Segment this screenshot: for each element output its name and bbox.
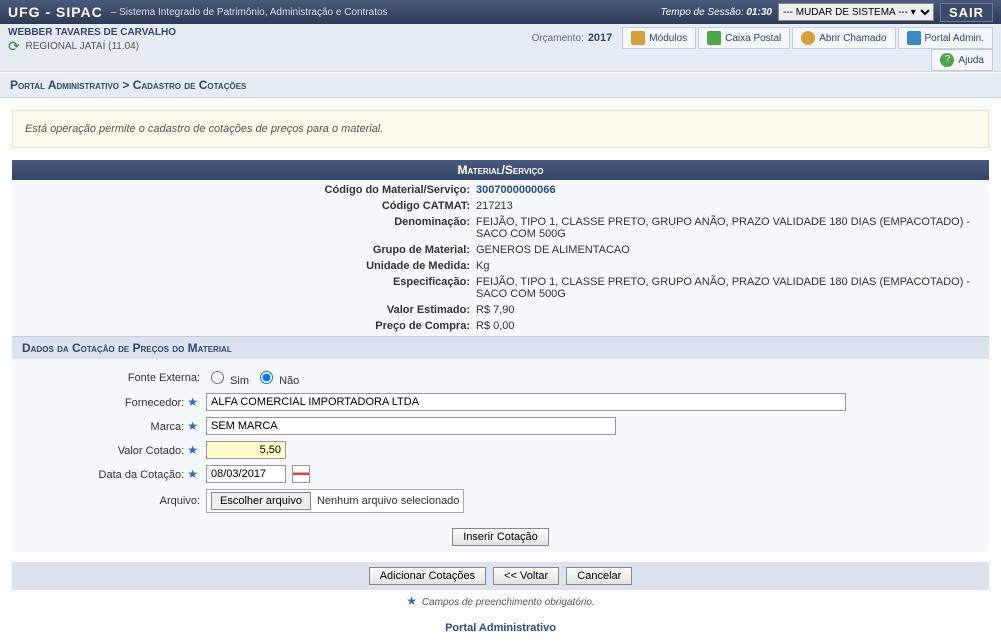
modules-icon — [631, 31, 645, 45]
budget-year: 2017 — [588, 32, 612, 44]
info-message: Está operação permite o cadastro de cota… — [12, 110, 989, 148]
required-footnote: ★ Campos de preenchimento obrigatório. — [0, 590, 1001, 612]
supplier-input[interactable] — [206, 393, 846, 411]
quote-date-input[interactable] — [206, 465, 286, 483]
material-group: GENEROS DE ALIMENTACAO — [476, 244, 983, 256]
quote-date-label: Data da Cotação: ★ — [18, 467, 206, 481]
cancel-button[interactable]: Cancelar — [566, 567, 632, 585]
quote-form: Fonte Externa: Sim Não Fornecedor: ★ Mar… — [12, 359, 989, 522]
logout-button[interactable]: SAIR — [940, 3, 993, 22]
insert-quote-button[interactable]: Inserir Cotação — [452, 528, 549, 546]
brand: UFG - SIPAC — [8, 4, 103, 20]
mail-icon — [707, 31, 721, 45]
external-source-label: Fonte Externa: — [18, 372, 206, 384]
choose-file-button[interactable]: Escolher arquivo — [211, 492, 311, 510]
material-code: 3007000000066 — [476, 184, 983, 196]
system-select[interactable]: --- MUDAR DE SISTEMA --- ▾ — [778, 3, 934, 21]
brand-label: Marca: ★ — [18, 419, 206, 433]
estimated-value: R$ 7,90 — [476, 304, 983, 316]
modules-button[interactable]: Módulos — [622, 27, 696, 49]
material-spec: FEIJÃO, TIPO 1, CLASSE PRETO, GRUPO ANÃO… — [476, 276, 983, 300]
open-ticket-button[interactable]: Abrir Chamado — [792, 27, 895, 49]
material-details: Código do Material/Serviço:3007000000066… — [12, 180, 989, 336]
radio-nao[interactable] — [260, 371, 273, 384]
purchase-price: R$ 0,00 — [476, 320, 983, 332]
calendar-icon[interactable] — [292, 465, 310, 483]
brand-input[interactable] — [206, 417, 616, 435]
supplier-label: Fornecedor: ★ — [18, 395, 206, 409]
quoted-value-label: Valor Cotado: ★ — [18, 443, 206, 457]
breadcrumb-root[interactable]: Portal Administrativo — [10, 78, 119, 92]
help-icon: ? — [940, 53, 954, 67]
quoted-value-input[interactable] — [206, 441, 286, 459]
file-status: Nenhum arquivo selecionado — [317, 495, 459, 507]
user-name: WEBBER TAVARES DE CARVALHO — [8, 27, 488, 38]
budget-label: Orçamento: — [532, 33, 584, 44]
system-subtitle: – Sistema Integrado de Patrimônio, Admin… — [111, 7, 388, 18]
admin-icon — [907, 31, 921, 45]
file-label: Arquivo: — [18, 495, 206, 507]
userbar: WEBBER TAVARES DE CARVALHO ⟳ REGIONAL JA… — [0, 24, 1001, 72]
chat-icon — [801, 31, 815, 45]
add-quotes-button[interactable]: Adicionar Cotações — [369, 567, 486, 585]
material-name: FEIJÃO, TIPO 1, CLASSE PRETO, GRUPO ANÃO… — [476, 216, 983, 240]
material-unit: Kg — [476, 260, 983, 272]
back-button[interactable]: << Voltar — [493, 567, 559, 585]
refresh-icon[interactable]: ⟳ — [8, 38, 20, 54]
portal-admin-button[interactable]: Portal Admin. — [898, 27, 993, 49]
breadcrumb-current: Cadastro de Cotações — [133, 78, 247, 92]
session-label: Tempo de Sessão: 01:30 — [661, 7, 772, 18]
portal-admin-link[interactable]: Portal Administrativo — [445, 622, 556, 634]
catmat-code: 217213 — [476, 200, 983, 212]
radio-sim[interactable] — [211, 371, 224, 384]
mailbox-button[interactable]: Caixa Postal — [698, 27, 790, 49]
radio-nao-label[interactable]: Não — [255, 368, 299, 387]
topbar: UFG - SIPAC – Sistema Integrado de Patri… — [0, 0, 1001, 24]
action-bar: Adicionar Cotações << Voltar Cancelar — [12, 562, 989, 590]
user-unit: ⟳ REGIONAL JATAÍ (11.04) — [8, 38, 488, 55]
section-quote-title: Dados da Cotação de Preços do Material — [12, 336, 989, 359]
help-button[interactable]: ?Ajuda — [931, 49, 993, 71]
section-material-title: Material/Serviço — [12, 160, 989, 180]
breadcrumb: Portal Administrativo > Cadastro de Cota… — [0, 72, 1001, 98]
radio-sim-label[interactable]: Sim — [206, 368, 249, 387]
session-time: 01:30 — [746, 7, 772, 18]
